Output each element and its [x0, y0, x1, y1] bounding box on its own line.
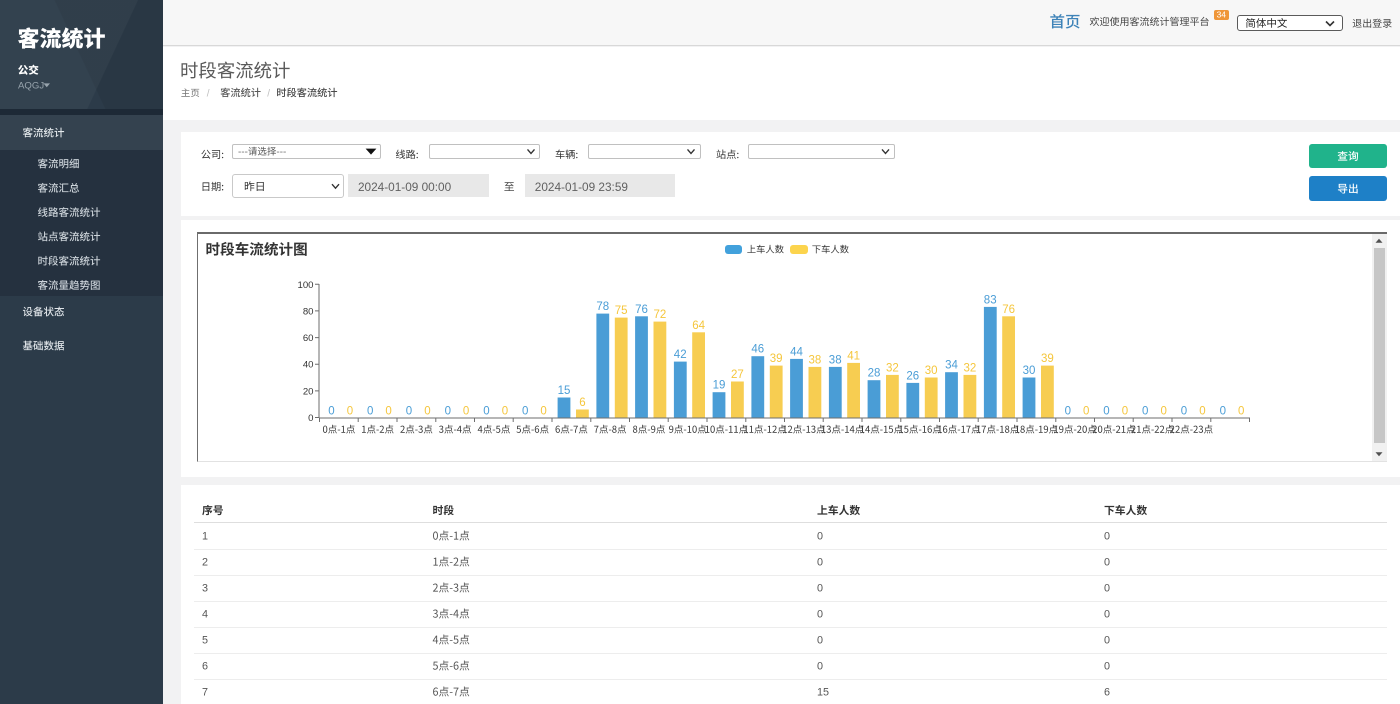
- svg-text:2024-01-09 00:00: 2024-01-09 00:00: [358, 180, 452, 194]
- svg-text:39: 39: [770, 353, 783, 365]
- svg-text:0: 0: [1238, 406, 1244, 418]
- svg-text:80: 80: [303, 306, 314, 317]
- svg-text:72: 72: [654, 309, 667, 321]
- svg-text:0: 0: [1104, 609, 1110, 621]
- svg-text:6: 6: [202, 661, 208, 673]
- svg-text:0: 0: [817, 635, 823, 647]
- svg-text:0: 0: [817, 583, 823, 595]
- svg-text:0: 0: [1104, 531, 1110, 543]
- svg-text:46: 46: [751, 344, 764, 356]
- svg-text:0: 0: [1122, 406, 1128, 418]
- svg-text:42: 42: [674, 349, 687, 361]
- svg-text:0: 0: [540, 406, 546, 418]
- svg-text:0: 0: [367, 406, 373, 418]
- svg-text:28: 28: [868, 368, 881, 380]
- svg-text:64: 64: [692, 320, 705, 332]
- svg-text:0: 0: [308, 413, 313, 424]
- svg-text:0: 0: [1199, 406, 1205, 418]
- svg-text:0: 0: [1220, 406, 1226, 418]
- svg-text:5: 5: [202, 635, 208, 647]
- svg-text:60: 60: [303, 333, 314, 344]
- svg-text:30: 30: [925, 365, 938, 377]
- svg-text:76: 76: [635, 304, 648, 316]
- svg-text:75: 75: [615, 305, 628, 317]
- svg-text:40: 40: [303, 360, 314, 371]
- svg-text:0: 0: [1104, 661, 1110, 673]
- svg-text:/: /: [207, 88, 210, 99]
- svg-text:0: 0: [817, 557, 823, 569]
- svg-text:20: 20: [303, 386, 314, 397]
- svg-text:0: 0: [406, 406, 412, 418]
- svg-text:34: 34: [1217, 10, 1227, 20]
- svg-text:0: 0: [1104, 583, 1110, 595]
- svg-text:0: 0: [445, 406, 451, 418]
- svg-text:0: 0: [1142, 406, 1148, 418]
- svg-text:0: 0: [817, 531, 823, 543]
- svg-text:0: 0: [1103, 406, 1109, 418]
- svg-text:2024-01-09 23:59: 2024-01-09 23:59: [535, 180, 628, 194]
- svg-text:3: 3: [202, 583, 208, 595]
- svg-text:78: 78: [596, 301, 609, 313]
- svg-text:4: 4: [202, 609, 208, 621]
- svg-text:15: 15: [558, 385, 571, 397]
- svg-text:0: 0: [347, 406, 353, 418]
- svg-text:100: 100: [297, 280, 313, 291]
- svg-text:0: 0: [1160, 406, 1166, 418]
- svg-text:39: 39: [1041, 353, 1054, 365]
- svg-text:6: 6: [1104, 687, 1110, 699]
- svg-text:0: 0: [424, 406, 430, 418]
- svg-text:7: 7: [202, 687, 208, 699]
- svg-text:0: 0: [483, 406, 489, 418]
- svg-text:83: 83: [984, 294, 997, 306]
- svg-text:0: 0: [502, 406, 508, 418]
- svg-text:/: /: [267, 88, 270, 99]
- svg-text:38: 38: [829, 354, 842, 366]
- svg-text:0: 0: [385, 406, 391, 418]
- svg-text:27: 27: [731, 369, 744, 381]
- svg-text:26: 26: [906, 370, 919, 382]
- svg-text:15: 15: [817, 687, 829, 699]
- svg-text:0: 0: [1065, 406, 1071, 418]
- svg-text:41: 41: [847, 350, 860, 362]
- svg-text:AQGJ: AQGJ: [18, 80, 44, 91]
- svg-text:1: 1: [202, 531, 208, 543]
- svg-text:0: 0: [463, 406, 469, 418]
- svg-text:19: 19: [713, 380, 726, 392]
- svg-text:0: 0: [522, 406, 528, 418]
- svg-text:0: 0: [1104, 635, 1110, 647]
- svg-text:44: 44: [790, 346, 803, 358]
- svg-text:0: 0: [817, 661, 823, 673]
- svg-text:0: 0: [1083, 406, 1089, 418]
- svg-text:0: 0: [1181, 406, 1187, 418]
- svg-text:76: 76: [1002, 304, 1015, 316]
- svg-text:32: 32: [886, 362, 899, 374]
- svg-text:6: 6: [579, 397, 585, 409]
- svg-text:0: 0: [817, 609, 823, 621]
- svg-text:32: 32: [964, 362, 977, 374]
- svg-text:38: 38: [809, 354, 822, 366]
- svg-text:30: 30: [1023, 365, 1036, 377]
- svg-text:0: 0: [328, 406, 334, 418]
- svg-text:2: 2: [202, 557, 208, 569]
- svg-text:34: 34: [945, 360, 958, 372]
- svg-text:0: 0: [1104, 557, 1110, 569]
